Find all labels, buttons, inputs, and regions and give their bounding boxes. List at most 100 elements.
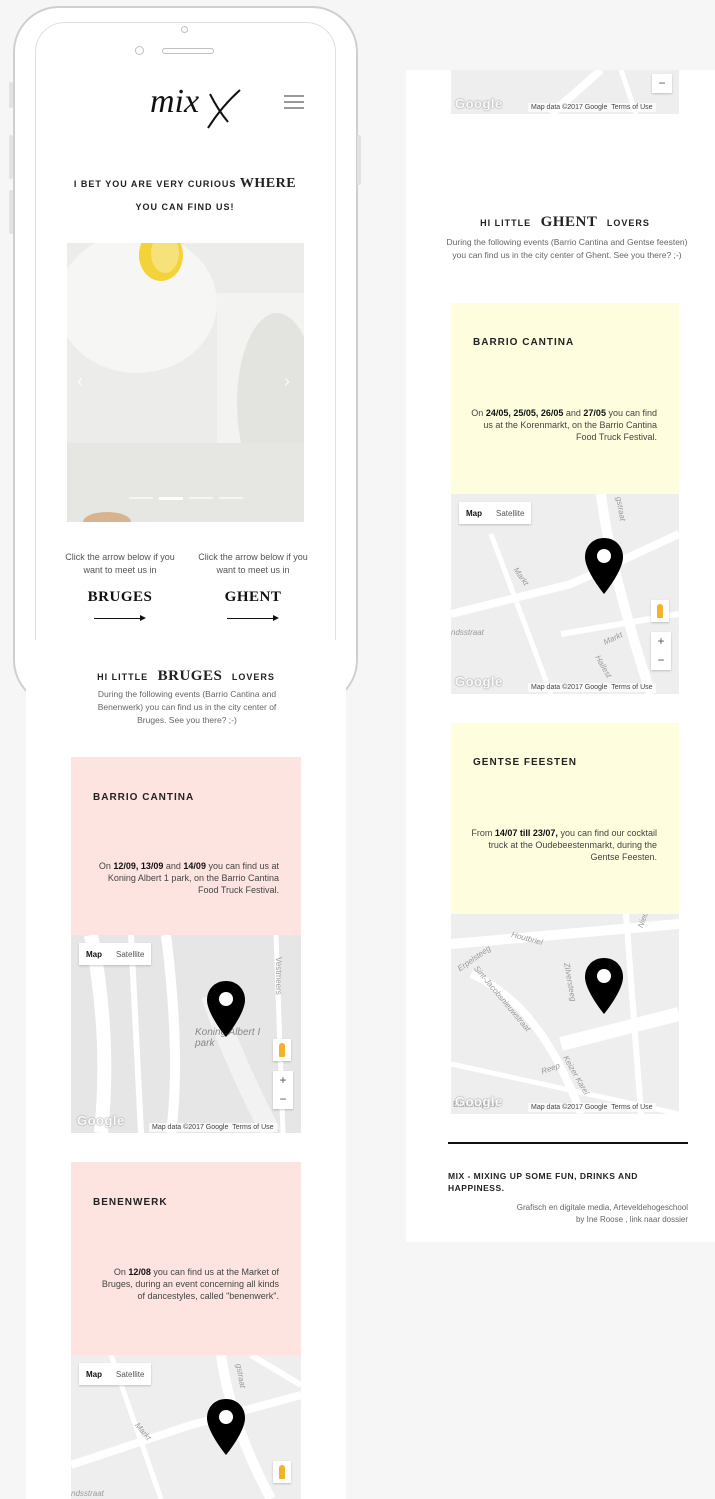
map-pin-icon[interactable] bbox=[207, 1399, 245, 1455]
map-attribution: Map data ©2017 Google Terms of Use bbox=[528, 683, 656, 692]
map-bruges-benenwerk[interactable]: gstraat Markt ndsstraat Map Satellite bbox=[71, 1355, 301, 1499]
map-attribution: Map data ©2017 Google Terms of Use bbox=[528, 1103, 656, 1112]
event-dates: 14/09 bbox=[183, 861, 206, 871]
event-title: BARRIO CANTINA bbox=[473, 337, 575, 348]
arrow-right-icon[interactable] bbox=[94, 614, 146, 622]
hamburger-line bbox=[284, 101, 304, 103]
map-type-satellite[interactable]: Satellite bbox=[109, 1370, 151, 1379]
title-city: BRUGES bbox=[157, 668, 223, 684]
google-logo: Google bbox=[455, 96, 503, 111]
city-name-ghent: GHENT bbox=[224, 589, 282, 605]
event-dates: 12/08 bbox=[128, 1267, 151, 1277]
ghent-description: During the following events (Barrio Cant… bbox=[446, 237, 688, 260]
map-type-satellite[interactable]: Satellite bbox=[489, 509, 531, 518]
event-title: BARRIO CANTINA bbox=[93, 792, 195, 803]
footer-credit: Grafisch en digitale media, Arteveldehog… bbox=[448, 1202, 688, 1226]
map-type-map[interactable]: Map bbox=[459, 509, 489, 518]
event-dates: 24/05, 25/05, 26/05 bbox=[485, 408, 564, 418]
image-carousel[interactable]: ‹ › bbox=[67, 243, 304, 522]
event-text: On 12/09, 13/09 and 14/09 you can find u… bbox=[89, 860, 279, 896]
map-label: Vestmeers bbox=[274, 957, 283, 995]
text-pre: On bbox=[471, 408, 486, 418]
text-pre: On bbox=[113, 1267, 129, 1277]
event-text: From 14/07 till 23/07, you can find our … bbox=[467, 827, 657, 863]
map-tiles bbox=[451, 494, 679, 694]
map-type-toggle[interactable]: Map Satellite bbox=[79, 1363, 152, 1385]
text-mid: and bbox=[163, 861, 184, 871]
carousel-dot[interactable] bbox=[189, 497, 213, 499]
carousel-next-icon[interactable]: › bbox=[284, 371, 290, 392]
city-choice-bruges[interactable]: Click the arrow below if you want to mee… bbox=[60, 551, 180, 622]
street-view-pegman-icon[interactable] bbox=[273, 1039, 291, 1061]
zoom-out-button[interactable]: − bbox=[273, 1090, 293, 1109]
map-attribution: Map data ©2017 Google Terms of Use bbox=[528, 103, 656, 112]
terms-link[interactable]: Terms of Use bbox=[611, 684, 652, 691]
hero-heading-line2: YOU CAN FIND US! bbox=[135, 202, 235, 212]
city-choice-ghent[interactable]: Click the arrow below if you want to mee… bbox=[193, 551, 313, 622]
footer-title: MIX - MIXING UP SOME FUN, DRINKS AND HAP… bbox=[448, 1171, 638, 1193]
event-dates: 14/07 till 23/07, bbox=[494, 828, 558, 838]
event-text: On 12/08 you can find us at the Market o… bbox=[99, 1266, 279, 1302]
map-type-toggle[interactable]: Map Satellite bbox=[459, 502, 532, 524]
street-view-pegman-icon[interactable] bbox=[273, 1461, 291, 1483]
city-hint: Click the arrow below if you want to mee… bbox=[65, 552, 175, 575]
zoom-controls: + − bbox=[273, 1071, 293, 1109]
phone-speaker bbox=[162, 48, 214, 54]
zoom-out-button[interactable]: − bbox=[652, 74, 672, 93]
event-card-ghent-feesten: GENTSE FEESTEN From 14/07 till 23/07, yo… bbox=[451, 723, 679, 914]
arrow-right-icon[interactable] bbox=[227, 614, 279, 622]
title-suffix: LOVERS bbox=[231, 672, 275, 682]
map-type-toggle[interactable]: Map Satellite bbox=[79, 943, 152, 965]
map-data-label: Map data ©2017 Google bbox=[531, 684, 608, 691]
map-pin-icon[interactable] bbox=[585, 538, 623, 594]
event-title: BENENWERK bbox=[93, 1197, 168, 1208]
menu-button[interactable] bbox=[284, 95, 304, 109]
map-ghent-barrio[interactable]: gstraat Markt Markt ndsstraat Hallest Ma… bbox=[451, 494, 679, 694]
map-data-label: Map data ©2017 Google bbox=[531, 1104, 608, 1111]
map-ghent-feesten[interactable]: Houtbriel Sint-Jacobsnieuwstraat Erpelst… bbox=[451, 914, 679, 1114]
city-hint: Click the arrow below if you want to mee… bbox=[198, 552, 308, 575]
map-bruges-barrio[interactable]: Vestmeers Koning Albert I park Map Satel… bbox=[71, 935, 301, 1133]
phone-side-button bbox=[357, 135, 361, 185]
hamburger-line bbox=[284, 107, 304, 109]
map-partial-top[interactable]: − Google Map data ©2017 Google Terms of … bbox=[451, 70, 679, 114]
carousel-dot[interactable] bbox=[219, 497, 243, 499]
phone-side-button bbox=[9, 135, 13, 179]
terms-link[interactable]: Terms of Use bbox=[611, 104, 652, 111]
text-pre: From bbox=[471, 828, 495, 838]
map-type-map[interactable]: Map bbox=[79, 1370, 109, 1379]
hero-emphasis: WHERE bbox=[239, 176, 297, 191]
google-logo: Google bbox=[455, 674, 503, 689]
carousel-prev-icon[interactable]: ‹ bbox=[77, 371, 83, 392]
zoom-in-button[interactable]: + bbox=[651, 632, 671, 651]
carousel-dot[interactable] bbox=[129, 497, 153, 499]
carousel-image bbox=[67, 243, 304, 522]
event-text: On 24/05, 25/05, 26/05 and 27/05 you can… bbox=[467, 407, 657, 443]
hero-prefix: I BET YOU ARE VERY CURIOUS bbox=[73, 179, 237, 189]
hamburger-line bbox=[284, 95, 304, 97]
carousel-dot-active[interactable] bbox=[159, 497, 183, 500]
map-attribution: Map data ©2017 Google Terms of Use bbox=[149, 1123, 277, 1132]
terms-link[interactable]: Terms of Use bbox=[232, 1124, 273, 1131]
phone-side-button bbox=[9, 190, 13, 234]
street-view-pegman-icon[interactable] bbox=[651, 600, 669, 622]
footer-divider bbox=[448, 1142, 688, 1144]
map-data-label: Map data ©2017 Google bbox=[531, 104, 608, 111]
event-card-bruges-barrio: BARRIO CANTINA On 12/09, 13/09 and 14/09… bbox=[71, 757, 301, 935]
map-pin-icon[interactable] bbox=[585, 958, 623, 1014]
title-city: GHENT bbox=[540, 214, 598, 230]
ghent-section-title: HI LITTLE GHENT LOVERS bbox=[440, 214, 690, 231]
footer-credit-line2[interactable]: by Ine Roose , link naar dossier bbox=[448, 1214, 688, 1226]
carousel-indicators[interactable] bbox=[129, 497, 244, 500]
mix-logo[interactable]: mix bbox=[146, 80, 242, 138]
map-type-map[interactable]: Map bbox=[79, 950, 109, 959]
event-card-ghent-barrio: BARRIO CANTINA On 24/05, 25/05, 26/05 an… bbox=[451, 303, 679, 494]
map-label: ndsstraat bbox=[71, 1489, 104, 1498]
footer-credit-line1: Grafisch en digitale media, Arteveldehog… bbox=[516, 1203, 688, 1212]
map-pin-icon[interactable] bbox=[207, 981, 245, 1037]
map-type-satellite[interactable]: Satellite bbox=[109, 950, 151, 959]
zoom-out-button[interactable]: − bbox=[651, 651, 671, 670]
logo-text: mix bbox=[150, 83, 199, 120]
zoom-in-button[interactable]: + bbox=[273, 1071, 293, 1090]
terms-link[interactable]: Terms of Use bbox=[611, 1104, 652, 1111]
